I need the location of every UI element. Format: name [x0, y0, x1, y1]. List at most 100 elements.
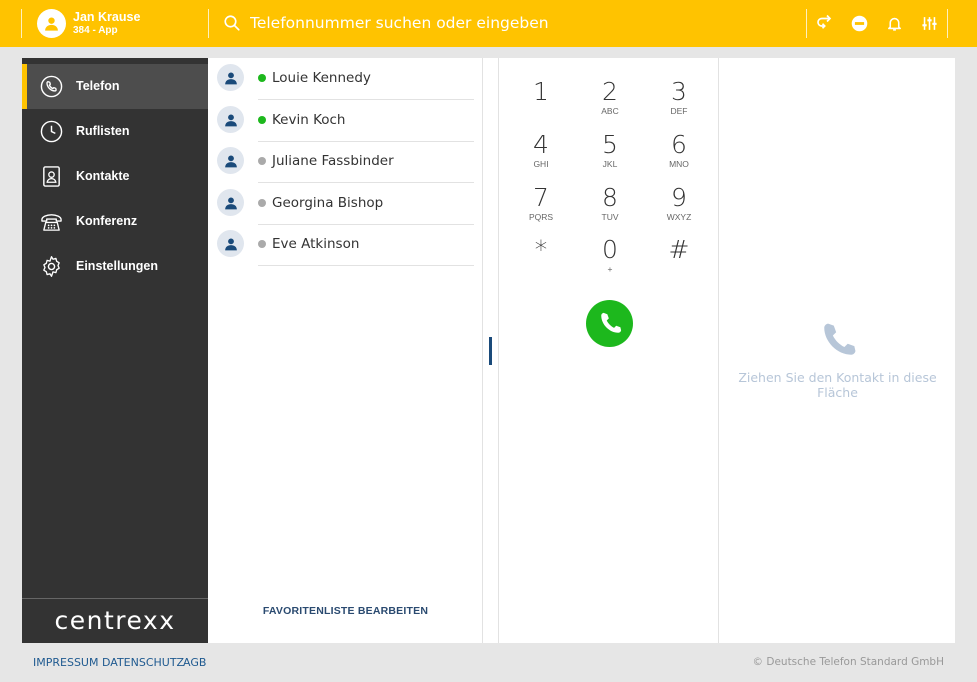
status-offline-dot: [258, 199, 266, 207]
copyright-text: © Deutsche Telefon Standard GmbH: [752, 656, 944, 668]
key-letters: GHI: [533, 159, 549, 169]
key-letters: WXYZ: [666, 212, 692, 222]
favorite-item[interactable]: Juliane Fassbinder: [208, 141, 483, 183]
sidebar-item-label: Telefon: [76, 79, 120, 93]
favorite-item[interactable]: Kevin Koch: [208, 100, 483, 142]
sidebar-item-telefon[interactable]: Telefon: [22, 64, 208, 109]
contact-avatar: [217, 189, 244, 216]
sidebar-item-label: Kontakte: [76, 169, 130, 183]
key-digit: *: [534, 235, 548, 264]
sidebar-item-label: Ruflisten: [76, 124, 130, 138]
dial-key-1[interactable]: 1: [513, 78, 569, 126]
dial-key-9[interactable]: 9 WXYZ: [651, 184, 707, 232]
footer-link-datenschutz[interactable]: DATENSCHUTZ: [102, 656, 184, 669]
key-digit: 5: [602, 130, 618, 159]
person-icon: [224, 113, 237, 126]
key-letters: DEF: [670, 106, 688, 116]
call-forward-button[interactable]: [813, 12, 835, 34]
key-letters: PQRS: [528, 212, 554, 222]
contact-name: Juliane Fassbinder: [272, 153, 394, 169]
row-divider: [258, 265, 474, 266]
status-offline-dot: [258, 157, 266, 165]
contact-avatar: [217, 147, 244, 174]
phone-handset-icon: [600, 312, 621, 333]
dial-key-6[interactable]: 6 MNO: [651, 131, 707, 179]
dialpad: 1 2 ABC 3 DEF 4 GHI 5 JKL 6 MNO 7 PQRS 8 TUV 9W…: [500, 58, 719, 643]
contact-avatar: [217, 230, 244, 257]
key-digit: 3: [671, 77, 687, 106]
settings-sliders-button[interactable]: [918, 12, 940, 34]
dial-key-0[interactable]: 0 +: [582, 236, 638, 284]
dial-key-4[interactable]: 4 GHI: [513, 131, 569, 179]
contact-name: Kevin Koch: [272, 112, 346, 128]
contact-name: Eve Atkinson: [272, 236, 360, 252]
sidebar: Telefon Ruflisten Kontakte Konferenz Ein…: [22, 58, 208, 643]
contact-name: Georgina Bishop: [272, 195, 384, 211]
key-digit: 8: [602, 183, 618, 212]
drop-zone-hint: Ziehen Sie den Kontakt in diese Fläche: [738, 370, 937, 400]
conference-phone-icon: [41, 214, 62, 231]
footer-link-agb[interactable]: AGB: [183, 656, 206, 669]
sidebar-item-label: Konferenz: [76, 214, 138, 228]
splitter-handle[interactable]: [489, 337, 492, 365]
key-letters: +: [607, 264, 613, 274]
call-forward-icon: [817, 14, 832, 29]
bell-icon: [887, 17, 901, 31]
dial-key-hash[interactable]: #: [651, 236, 707, 284]
sidebar-item-einstellungen[interactable]: Einstellungen: [22, 244, 208, 289]
key-digit: #: [668, 235, 690, 264]
sidebar-item-konferenz[interactable]: Konferenz: [22, 199, 208, 244]
main-panel: Louie Kennedy Kevin Koch Juliane Fassbin…: [208, 58, 955, 643]
dial-key-8[interactable]: 8 TUV: [582, 184, 638, 232]
status-online-dot: [258, 116, 266, 124]
key-digit: 1: [533, 77, 549, 106]
key-letters: ABC: [601, 106, 619, 116]
edit-favorites-button[interactable]: FAVORITENLISTE BEARBEITEN: [208, 605, 483, 617]
key-digit: 6: [671, 130, 687, 159]
dial-key-7[interactable]: 7 PQRS: [513, 184, 569, 232]
phone-handset-icon: [824, 323, 856, 355]
notifications-button[interactable]: [883, 12, 905, 34]
status-offline-dot: [258, 240, 266, 248]
dial-key-3[interactable]: 3 DEF: [651, 78, 707, 126]
key-digit: 7: [533, 183, 549, 212]
key-digit: 4: [533, 130, 549, 159]
user-icon: [45, 17, 58, 31]
dial-key-star[interactable]: *: [513, 236, 569, 284]
key-digit: 2: [602, 77, 618, 106]
phone-icon: [40, 75, 63, 98]
user-avatar[interactable]: [37, 9, 66, 38]
key-letters: MNO: [669, 159, 689, 169]
sidebar-item-label: Einstellungen: [76, 259, 158, 273]
panel-splitter: [484, 58, 499, 643]
footer-link-impressum[interactable]: IMPRESSUM: [33, 656, 98, 669]
favorite-item[interactable]: Louie Kennedy: [208, 58, 483, 100]
contact-drop-zone[interactable]: Ziehen Sie den Kontakt in diese Fläche: [720, 58, 955, 643]
key-digit: 0: [602, 235, 618, 264]
search-icon: [224, 15, 240, 31]
gear-icon: [43, 256, 60, 277]
key-letters: JKL: [602, 159, 618, 169]
dial-key-2[interactable]: 2 ABC: [582, 78, 638, 126]
favorite-item[interactable]: Eve Atkinson: [208, 224, 483, 266]
sidebar-item-ruflisten[interactable]: Ruflisten: [22, 109, 208, 154]
sidebar-item-kontakte[interactable]: Kontakte: [22, 154, 208, 199]
favorite-item[interactable]: Georgina Bishop: [208, 183, 483, 225]
person-icon: [224, 196, 237, 209]
do-not-disturb-button[interactable]: [848, 12, 870, 34]
status-online-dot: [258, 74, 266, 82]
header-divider: [208, 9, 209, 38]
call-button[interactable]: [586, 300, 633, 347]
person-icon: [224, 71, 237, 84]
centrexx-logo: centrexx: [54, 606, 176, 635]
key-letters: TUV: [601, 212, 619, 222]
header-divider: [947, 9, 948, 38]
contact-avatar: [217, 106, 244, 133]
sliders-icon: [921, 16, 937, 30]
header-divider: [806, 9, 807, 38]
search-input[interactable]: [250, 11, 790, 35]
user-name: Jan Krause: [73, 10, 141, 24]
contact-avatar: [217, 64, 244, 91]
sidebar-divider: [22, 598, 208, 599]
dial-key-5[interactable]: 5 JKL: [582, 131, 638, 179]
